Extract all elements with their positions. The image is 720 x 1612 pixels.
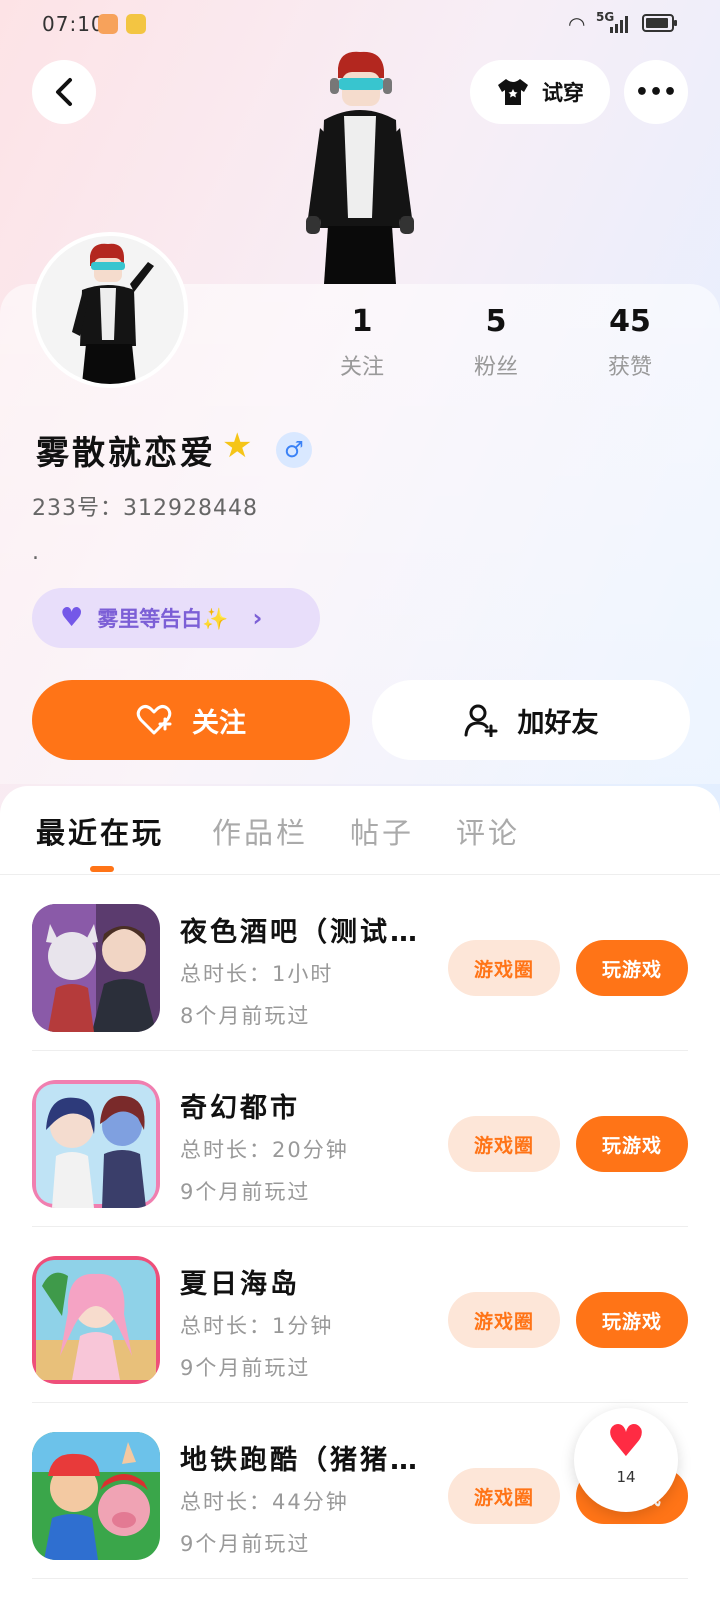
avatar[interactable]: [32, 232, 188, 388]
game-circle-button[interactable]: 游戏圈: [448, 940, 560, 996]
stat-value: 45: [609, 304, 651, 339]
back-button[interactable]: [32, 60, 96, 124]
game-circle-button[interactable]: 游戏圈: [448, 1116, 560, 1172]
stat-followers[interactable]: 5 粉丝: [436, 304, 556, 381]
game-last-played: 9个月前玩过: [180, 1356, 311, 1380]
more-button[interactable]: •••: [624, 60, 688, 124]
game-thumbnail-art: [32, 904, 160, 1032]
follow-button[interactable]: 关注: [32, 680, 350, 760]
game-thumbnail[interactable]: [32, 1432, 160, 1560]
game-circle-button[interactable]: 游戏圈: [448, 1292, 560, 1348]
like-floating-button[interactable]: ♥ 14: [574, 1408, 678, 1512]
stat-value: 5: [485, 304, 507, 339]
try-on-button[interactable]: 试穿: [470, 60, 610, 124]
signal-icon: [610, 16, 628, 33]
heart-plus-icon: [136, 705, 172, 735]
play-game-button[interactable]: 玩游戏: [576, 1116, 688, 1172]
game-thumbnail[interactable]: [32, 1256, 160, 1384]
game-name: 夏日海岛: [180, 1269, 300, 1300]
stat-following[interactable]: 1 关注: [302, 304, 422, 381]
game-row[interactable]: 奇幻都市 总时长：20分钟 9个月前玩过 游戏圈 玩游戏: [32, 1050, 688, 1227]
more-icon: •••: [634, 79, 678, 105]
weibo-notification-icon: [126, 14, 146, 34]
follow-label: 关注: [192, 707, 246, 739]
chevron-right-icon: ›: [252, 604, 263, 632]
tab-bar: 最近在玩 作品栏 帖子 评论: [0, 786, 720, 875]
game-duration: 总时长：1分钟: [180, 1314, 334, 1338]
heart-icon: ♥: [60, 603, 84, 633]
profile-name: 雾散就恋爱: [36, 433, 216, 472]
status-bar: 07:10 ◠ 5G: [0, 0, 720, 48]
game-thumbnail-art: [32, 1256, 160, 1384]
game-thumbnail-art: [32, 1080, 160, 1208]
active-tab-indicator: [90, 866, 114, 872]
game-duration: 总时长：1小时: [180, 962, 334, 986]
tshirt-icon: [498, 79, 528, 105]
game-last-played: 9个月前玩过: [180, 1532, 311, 1556]
game-thumbnail-art: [32, 1432, 160, 1560]
game-thumbnail[interactable]: [32, 904, 160, 1032]
male-gender-icon: ♂: [276, 432, 312, 468]
add-user-icon: [464, 704, 497, 737]
tab-works[interactable]: 作品栏: [212, 810, 308, 852]
game-name: 奇幻都市: [180, 1093, 300, 1124]
profile-bio: .: [32, 540, 39, 565]
play-game-button[interactable]: 玩游戏: [576, 940, 688, 996]
sparkle-star-icon: ★: [222, 426, 253, 466]
add-friend-button[interactable]: 加好友: [372, 680, 690, 760]
battery-icon: [642, 14, 677, 32]
tag-label: 雾里等告白✨: [97, 607, 229, 631]
heart-icon: ♥: [606, 1416, 646, 1467]
game-name: 地铁跑酷（猪猪…: [180, 1445, 420, 1476]
like-count: 14: [616, 1468, 636, 1486]
game-row[interactable]: 夏日海岛 总时长：1分钟 9个月前玩过 游戏圈 玩游戏: [32, 1226, 688, 1403]
game-duration: 总时长：44分钟: [180, 1490, 349, 1514]
stat-likes[interactable]: 45 获赞: [570, 304, 690, 381]
add-friend-label: 加好友: [517, 707, 599, 739]
status-time: 07:10: [42, 12, 105, 36]
stat-label: 获赞: [607, 355, 652, 380]
app-notification-icon: [98, 14, 118, 34]
play-game-button[interactable]: 玩游戏: [576, 1292, 688, 1348]
avatar-figure: [72, 243, 154, 384]
game-thumbnail[interactable]: [32, 1080, 160, 1208]
game-duration: 总时长：20分钟: [180, 1138, 349, 1162]
user-id: 233号：312928448: [32, 496, 258, 521]
tab-posts[interactable]: 帖子: [350, 810, 414, 852]
profile-tag-chip[interactable]: ♥ 雾里等告白✨ ›: [32, 588, 320, 648]
game-row[interactable]: 夜色酒吧（测试… 总时长：1小时 8个月前玩过 游戏圈 玩游戏: [32, 874, 688, 1051]
tab-recently-played[interactable]: 最近在玩: [36, 810, 164, 852]
game-last-played: 9个月前玩过: [180, 1180, 311, 1204]
chevron-left-icon: [56, 78, 72, 106]
wifi-icon: ◠: [568, 12, 586, 36]
try-on-label: 试穿: [542, 81, 584, 105]
stat-label: 关注: [339, 355, 384, 380]
tab-comments[interactable]: 评论: [456, 810, 520, 852]
stat-label: 粉丝: [473, 355, 518, 380]
hero-avatar-figure: [306, 51, 414, 284]
game-last-played: 8个月前玩过: [180, 1004, 311, 1028]
game-name: 夜色酒吧（测试…: [180, 917, 420, 948]
stat-value: 1: [351, 304, 373, 339]
game-circle-button[interactable]: 游戏圈: [448, 1468, 560, 1524]
